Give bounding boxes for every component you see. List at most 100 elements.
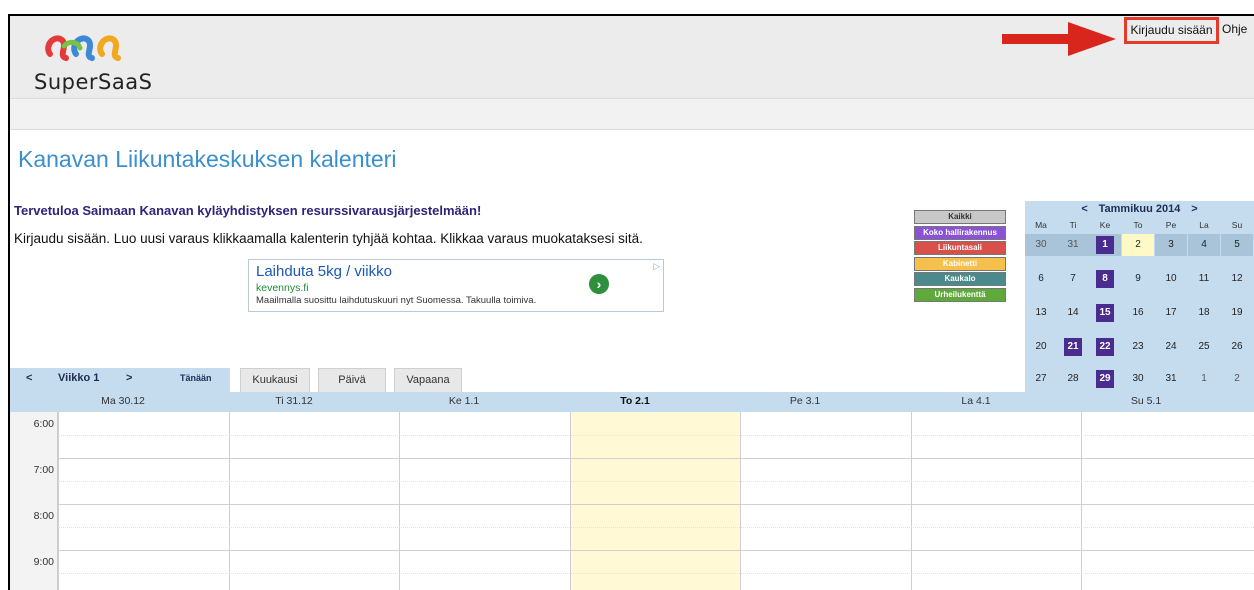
time-label: 6:00 [33, 418, 54, 430]
tab-available[interactable]: Vapaana [394, 368, 462, 392]
logo-text: SuperSaaS [34, 70, 153, 94]
mini-calendar-day[interactable]: 2 [1122, 234, 1154, 256]
day-number: 24 [1165, 341, 1177, 352]
mini-calendar-day[interactable]: 15 [1089, 302, 1121, 324]
ad-url[interactable]: kevennys.fi [256, 282, 309, 294]
week-label: Viikko 1 [58, 372, 100, 384]
day-column[interactable] [911, 412, 1081, 590]
filter-button[interactable]: Kaikki [914, 210, 1006, 224]
mini-calendar-day[interactable]: 1 [1089, 234, 1121, 256]
time-label: 7:00 [33, 464, 54, 476]
mini-calendar-day[interactable]: 13 [1025, 302, 1057, 324]
mini-calendar-day[interactable]: 5 [1221, 234, 1253, 256]
mini-calendar-prev-button[interactable]: < [1074, 203, 1096, 215]
tab-month[interactable]: Kuukausi [240, 368, 310, 392]
weekday-label: Ke [1099, 220, 1111, 230]
weekday-label: Ma [1035, 220, 1047, 230]
filter-button[interactable]: Kaukalo [914, 272, 1006, 287]
day-number: 13 [1035, 307, 1047, 318]
day-number: 14 [1067, 307, 1079, 318]
tab-day[interactable]: Päivä [318, 368, 386, 392]
day-column[interactable] [229, 412, 399, 590]
day-header: Su 5.1 [1130, 395, 1162, 407]
mini-calendar-day[interactable]: 11 [1188, 268, 1220, 290]
mini-calendar-weekdays: Ma Ti Ke To Pe La Su [1025, 220, 1254, 232]
day-number: 1 [1096, 236, 1114, 254]
weekday-label: To [1133, 220, 1143, 230]
day-number: 2 [1135, 239, 1141, 250]
day-number: 8 [1096, 270, 1114, 288]
mini-calendar-day[interactable]: 4 [1188, 234, 1220, 256]
day-number: 7 [1070, 273, 1076, 284]
mini-calendar-day[interactable]: 17 [1155, 302, 1187, 324]
mini-calendar-day[interactable]: 7 [1057, 268, 1089, 290]
day-header: Ke 1.1 [448, 395, 480, 407]
mini-calendar-day[interactable]: 12 [1221, 268, 1253, 290]
hour-line [58, 550, 1254, 551]
login-link[interactable]: Kirjaudu sisään [1124, 17, 1219, 44]
mini-calendar-day[interactable]: 24 [1155, 336, 1187, 358]
day-column[interactable] [570, 412, 740, 590]
day-column[interactable] [740, 412, 910, 590]
filter-button[interactable]: Kabinetti [914, 256, 1006, 271]
mini-calendar-day[interactable]: 23 [1122, 336, 1154, 358]
mini-calendar-day[interactable]: 26 [1221, 336, 1253, 358]
day-number: 30 [1035, 239, 1047, 250]
filter-button[interactable]: Urheilukenttä [914, 287, 1006, 302]
next-week-button[interactable]: > [126, 372, 132, 384]
day-number: 10 [1165, 273, 1177, 284]
prev-week-button[interactable]: < [26, 372, 32, 384]
ad-banner[interactable]: Laihduta 5kg / viikko kevennys.fi Maailm… [248, 259, 664, 312]
mini-calendar-day[interactable]: 6 [1025, 268, 1057, 290]
day-number: 25 [1198, 341, 1210, 352]
mini-calendar-day[interactable]: 31 [1057, 234, 1089, 256]
day-column[interactable] [1081, 412, 1254, 590]
mini-calendar-day[interactable]: 3 [1155, 234, 1187, 256]
day-header: To 2.1 [620, 395, 650, 407]
mini-calendar-day[interactable]: 9 [1122, 268, 1154, 290]
mini-calendar-month-label: Tammikuu 2014 [1098, 203, 1181, 215]
mini-calendar-header: < Tammikuu 2014 > [1025, 203, 1254, 219]
mini-calendar-day[interactable]: 10 [1155, 268, 1187, 290]
mini-calendar-day[interactable]: 30 [1025, 234, 1057, 256]
supersaas-logo[interactable]: SuperSaaS [34, 26, 174, 94]
day-number: 18 [1198, 307, 1210, 318]
today-button[interactable]: Tänään [180, 373, 212, 383]
day-number: 6 [1038, 273, 1044, 284]
weekday-label: Su [1231, 220, 1243, 230]
mini-calendar-next-button[interactable]: > [1183, 203, 1205, 215]
help-link[interactable]: Ohje [1222, 20, 1247, 38]
calendar-body: 6:00 7:00 8:00 9:00 [10, 412, 1254, 590]
mini-calendar-day[interactable]: 14 [1057, 302, 1089, 324]
ad-choices-icon[interactable]: ▷ [653, 261, 660, 272]
weekday-label: Pe [1165, 220, 1177, 230]
hour-line [58, 504, 1254, 505]
day-number: 15 [1096, 304, 1114, 322]
time-label: 8:00 [33, 510, 54, 522]
mini-calendar-day[interactable]: 19 [1221, 302, 1253, 324]
day-column[interactable] [58, 412, 228, 590]
mini-calendar-day[interactable]: 16 [1122, 302, 1154, 324]
filter-button[interactable]: Koko hallirakennus [914, 225, 1006, 240]
day-number: 5 [1234, 239, 1240, 250]
half-hour-line [58, 573, 1254, 574]
ad-title[interactable]: Laihduta 5kg / viikko [256, 263, 392, 280]
mini-calendar-day[interactable]: 21 [1057, 336, 1089, 358]
ad-description: Maailmalla suosittu laihdutuskuuri nyt S… [256, 295, 537, 306]
day-header: Ti 31.12 [275, 395, 313, 407]
mini-calendar-day[interactable]: 18 [1188, 302, 1220, 324]
day-column[interactable] [399, 412, 569, 590]
navigation-bar [10, 98, 1254, 130]
day-header: Pe 3.1 [789, 395, 821, 407]
filter-button[interactable]: Liikuntasali [914, 241, 1006, 256]
week-calendar-grid: Ma 30.12 Ti 31.12 Ke 1.1 To 2.1 Pe 3.1 La 4.1… [10, 392, 1254, 590]
half-hour-line [58, 481, 1254, 482]
mini-calendar-day[interactable]: 20 [1025, 336, 1057, 358]
hour-line [58, 458, 1254, 459]
mini-calendar-day[interactable]: 22 [1089, 336, 1121, 358]
day-number: 16 [1132, 307, 1144, 318]
mini-calendar-day[interactable]: 8 [1089, 268, 1121, 290]
mini-calendar-day[interactable]: 25 [1188, 336, 1220, 358]
day-number: 9 [1135, 273, 1141, 284]
chevron-right-icon[interactable]: › [589, 274, 609, 294]
